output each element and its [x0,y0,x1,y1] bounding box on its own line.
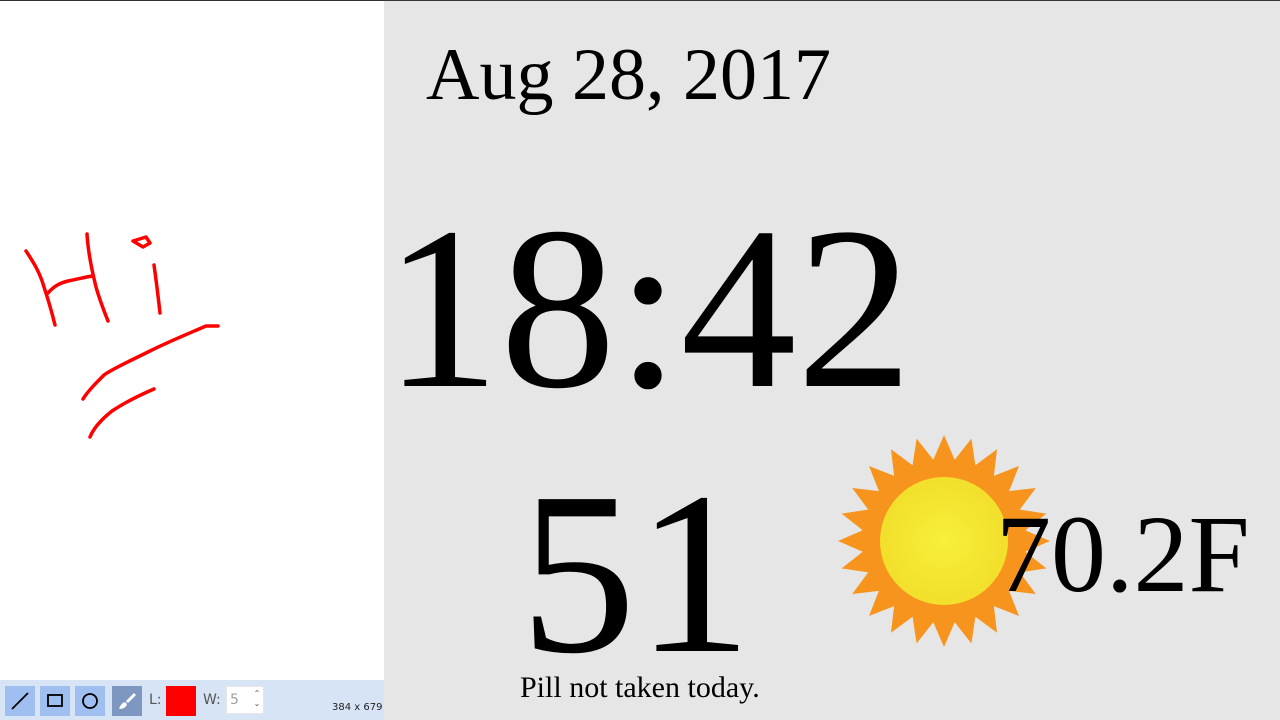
counter-display: 51 [520,445,752,702]
dashboard-panel: Aug 28, 2017 18:42 51 Pill not taken tod… [384,1,1280,720]
circle-tool-button[interactable] [75,686,105,716]
width-label: W: [203,692,221,708]
canvas-size-label: 384 x 679 [332,702,383,713]
line-tool-button[interactable] [5,686,35,716]
time-display: 18:42 [384,180,913,437]
pill-status: Pill not taken today. [520,671,760,704]
brush-icon [119,693,136,709]
drawing-toolbar: L: W: 5 ⌃ ⌄ 384 x 679 [0,680,384,720]
width-spinner[interactable]: ⌃ ⌄ [252,689,262,711]
rectangle-icon [47,694,63,707]
spinner-up-icon[interactable]: ⌃ [252,689,262,699]
stroke-h-bar [46,274,94,295]
stroke-underline-2 [88,387,156,439]
line-color-swatch[interactable] [166,686,196,716]
date-display: Aug 28, 2017 [426,34,831,116]
stroke-i-dot [131,235,152,249]
line-icon [11,692,29,710]
rectangle-tool-button[interactable] [40,686,70,716]
drawing-canvas[interactable] [0,1,384,680]
stroke-i-body [152,263,162,315]
line-color-label: L: [149,692,162,708]
stroke-underline-1 [81,324,220,401]
temperature-display: 70.2F [996,493,1250,615]
circle-icon [82,693,98,709]
drawing-strokes [24,232,220,439]
spinner-down-icon[interactable]: ⌄ [252,699,262,709]
brush-tool-button[interactable] [112,686,142,716]
sun-disc [880,477,1008,605]
